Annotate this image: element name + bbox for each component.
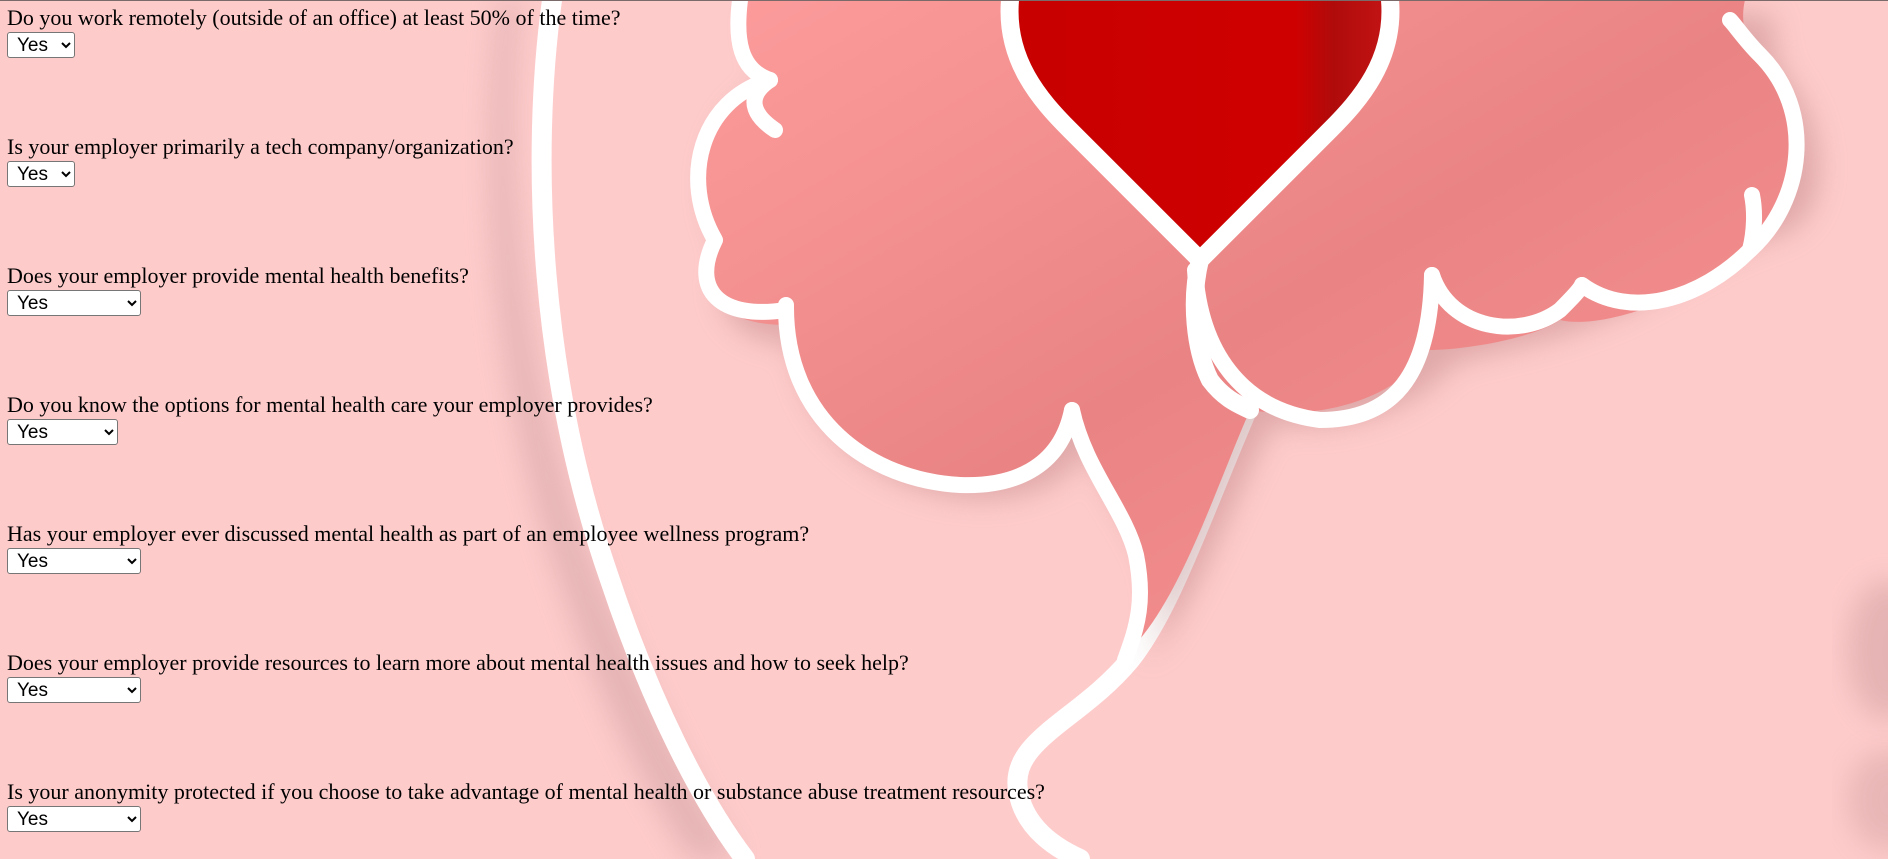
question-label: Is your employer primarily a tech compan… bbox=[7, 134, 514, 159]
question-remote-work: Do you work remotely (outside of an offi… bbox=[7, 7, 621, 58]
question-label: Do you work remotely (outside of an offi… bbox=[7, 5, 621, 30]
question-label: Does your employer provide mental health… bbox=[7, 263, 469, 288]
wellness-program-select[interactable]: Yes bbox=[7, 548, 141, 574]
question-label: Do you know the options for mental healt… bbox=[7, 392, 653, 417]
top-border bbox=[0, 0, 1888, 1]
question-seek-help: Does your employer provide resources to … bbox=[7, 652, 909, 703]
question-label: Is your anonymity protected if you choos… bbox=[7, 779, 1045, 804]
question-label: Does your employer provide resources to … bbox=[7, 650, 909, 675]
question-wellness-program: Has your employer ever discussed mental … bbox=[7, 523, 809, 574]
question-label: Has your employer ever discussed mental … bbox=[7, 521, 810, 546]
question-anonymity: Is your anonymity protected if you choos… bbox=[7, 781, 1045, 832]
remote-work-select[interactable]: Yes bbox=[7, 32, 75, 58]
question-benefits: Does your employer provide mental health… bbox=[7, 265, 469, 316]
question-tech-company: Is your employer primarily a tech compan… bbox=[7, 136, 514, 187]
anonymity-select[interactable]: Yes bbox=[7, 806, 141, 832]
seek-help-select[interactable]: Yes bbox=[7, 677, 141, 703]
care-options-select[interactable]: Yes bbox=[7, 419, 118, 445]
question-care-options: Do you know the options for mental healt… bbox=[7, 394, 653, 445]
benefits-select[interactable]: Yes bbox=[7, 290, 141, 316]
tech-company-select[interactable]: Yes bbox=[7, 161, 75, 187]
